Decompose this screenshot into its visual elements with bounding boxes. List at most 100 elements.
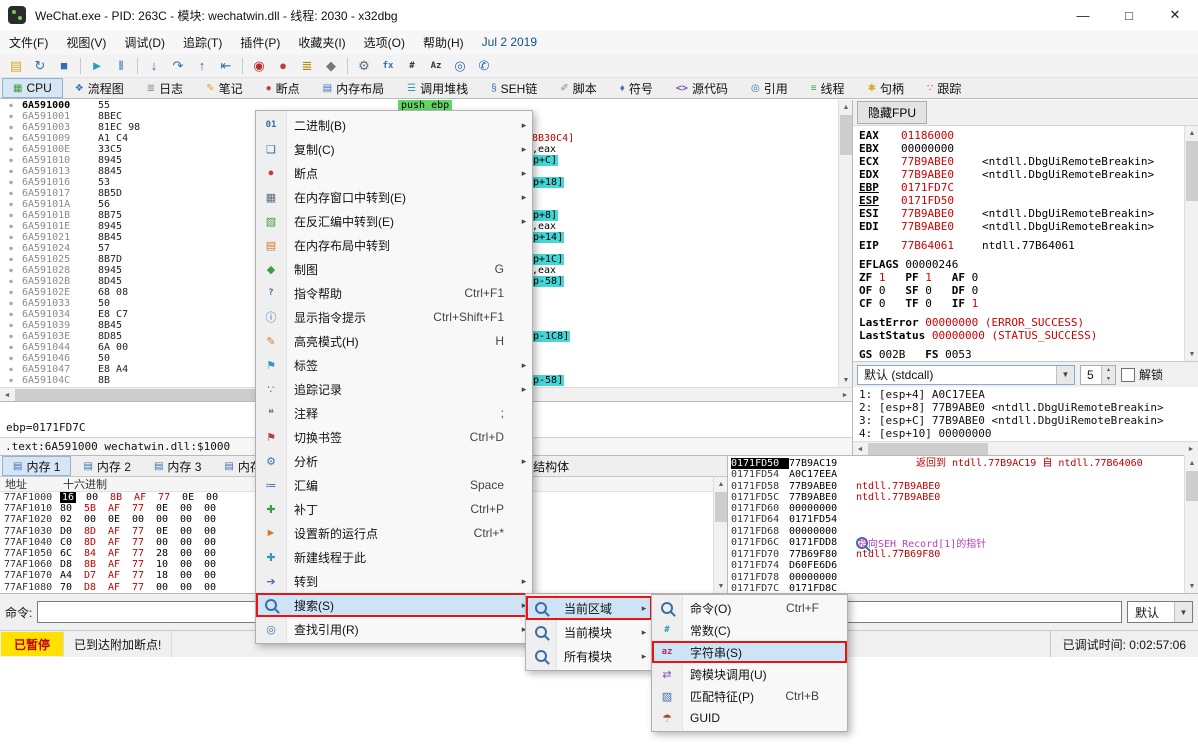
menu-search-current-region[interactable]: 当前区域▸ [526,596,652,620]
menu-toggle-bookmark[interactable]: ⚑切换书签Ctrl+D [256,425,532,449]
font-az-icon[interactable]: Az [425,56,447,76]
scroll-up-icon[interactable]: ▲ [714,477,728,491]
tab-seh[interactable]: §SEH链 [480,78,548,98]
settings-gear-icon[interactable]: ⚙ [353,56,375,76]
register-row[interactable]: ZF 1 PF 1 AF 0 [859,271,1184,284]
menu-assemble[interactable]: ≔汇编Space [256,473,532,497]
menu-goto-memory-window[interactable]: ▦在内存窗口中转到(E)▸ [256,185,532,209]
menu-view[interactable]: 视图(V) [57,30,115,54]
breakpoint-dot-icon[interactable]: ● [0,232,22,243]
menu-search-pattern[interactable]: ▧匹配特征(P)Ctrl+B [652,685,847,707]
scroll-up-icon[interactable]: ▲ [839,100,853,114]
breakpoint-dot-icon[interactable]: ● [0,177,22,188]
breakpoint-dot-icon[interactable]: ● [0,254,22,265]
breakpoint-dot-icon[interactable]: ● [0,133,22,144]
menu-search-command[interactable]: 命令(O)Ctrl+F [652,597,847,619]
breakpoint-dot-icon[interactable]: ● [0,221,22,232]
tab-handles[interactable]: ✱句柄 [857,78,915,98]
register-row[interactable]: EFLAGS 00000246 [859,258,1184,271]
breakpoint-dot-icon[interactable]: ● [0,122,22,133]
register-row[interactable]: CF 0 TF 0 IF 1 [859,297,1184,310]
spin-down-icon[interactable]: ▼ [1102,375,1115,384]
registers-vscrollbar[interactable]: ▲ ▼ [1184,126,1198,361]
tab-references[interactable]: ◎引用 [740,78,799,98]
stack-row[interactable]: 0171FD54A0C17EEA [728,469,1184,480]
tab-symbols[interactable]: ♦符号 [609,78,664,98]
breakpoint-dot-icon[interactable]: ● [0,287,22,298]
register-row[interactable]: LastStatus 00000000 (STATUS_SUCCESS) [859,329,1184,342]
open-file-icon[interactable]: ▤ [5,56,27,76]
menu-breakpoint[interactable]: ●断点▸ [256,161,532,185]
arguments-hscrollbar[interactable]: ◄ ► [853,441,1198,456]
breakpoint-dot-icon[interactable]: ● [0,188,22,199]
menu-plugins[interactable]: 插件(P) [231,30,289,54]
scroll-down-icon[interactable]: ▼ [714,579,728,593]
stack-vscrollbar[interactable]: ▲ ▼ [1184,456,1198,593]
scroll-right-icon[interactable]: ► [838,388,852,402]
stack-row[interactable]: 0171FD7C0171FD8C [728,583,1184,593]
menu-search-intermodular-calls[interactable]: ⇄跨模块调用(U) [652,663,847,685]
menu-help[interactable]: 帮助(H) [414,30,473,54]
calculator-fx-icon[interactable]: fx [377,56,399,76]
step-out-icon[interactable]: ↑ [191,56,213,76]
register-row[interactable]: ESP0171FD50 [859,194,1184,207]
step-into-icon[interactable]: ↓ [143,56,165,76]
registers-list[interactable]: EAX01186000EBX00000000ECX77B9ABE0<ntdll.… [853,126,1184,361]
menu-copy[interactable]: ❏复制(C)▸ [256,137,532,161]
register-row[interactable]: EBX00000000 [859,142,1184,155]
scroll-left-icon[interactable]: ◄ [853,442,867,456]
menu-search-guid[interactable]: ☂GUID [652,707,847,729]
tab-call-stack[interactable]: ☰调用堆栈 [396,78,479,98]
tab-threads[interactable]: ≡线程 [800,78,856,98]
breakpoint-dot-icon[interactable]: ● [0,298,22,309]
close-button[interactable]: ✕ [1152,0,1198,30]
menu-goto[interactable]: ➔转到▸ [256,569,532,593]
compass-icon[interactable]: ◎ [449,56,471,76]
breakpoint-dot-icon[interactable]: ● [0,331,22,342]
scroll-down-icon[interactable]: ▼ [1185,347,1198,361]
register-row[interactable]: GS 002B FS 0053 [859,348,1184,361]
menu-show-mnemonic-brief[interactable]: ⓘ显示指令提示Ctrl+Shift+F1 [256,305,532,329]
breakpoint-dot-icon[interactable]: ● [0,276,22,287]
register-row[interactable]: ESI77B9ABE0<ntdll.DbgUiRemoteBreakin> [859,207,1184,220]
stack-pane[interactable]: 0171FD5077B9AC19返回到 ntdll.77B9AC19 自 ntd… [728,455,1184,593]
breakpoint-dot-icon[interactable]: ● [0,309,22,320]
tab-cpu[interactable]: ▦CPU [2,78,63,98]
tab-memory-map[interactable]: ▤内存布局 [312,78,395,98]
shield-icon[interactable]: ◆ [320,56,342,76]
hide-fpu-button[interactable]: 隐藏FPU [857,101,927,124]
menu-search[interactable]: 搜索(S)▸ [256,593,532,617]
run-to-return-icon[interactable]: ⇤ [215,56,237,76]
menu-file[interactable]: 文件(F) [0,30,57,54]
pause-icon[interactable]: ‖ [110,56,132,76]
step-over-icon[interactable]: ↷ [167,56,189,76]
register-row[interactable]: ECX77B9ABE0<ntdll.DbgUiRemoteBreakin> [859,155,1184,168]
chevron-down-icon[interactable]: ▼ [1056,366,1074,384]
breakpoints-icon[interactable]: ● [272,56,294,76]
breakpoint-dot-icon[interactable]: ● [0,243,22,254]
breakpoint-dot-icon[interactable]: ● [0,100,22,111]
menu-find-references[interactable]: ◎查找引用(R)▸ [256,617,532,641]
register-row[interactable]: EBP0171FD7C [859,181,1184,194]
breakpoint-dot-icon[interactable]: ● [0,210,22,221]
stop-icon[interactable]: ■ [53,56,75,76]
menu-label[interactable]: ⚑标签▸ [256,353,532,377]
menu-new-thread-here[interactable]: ✚新建线程于此 [256,545,532,569]
stack-row[interactable]: 0171FD7077B69F80ntdll.77B69F80 [728,549,1184,560]
notify-phone-icon[interactable]: ✆ [473,56,495,76]
hash-icon[interactable]: # [401,56,423,76]
tab-source[interactable]: <>源代码 [665,78,739,98]
register-row[interactable]: EAX01186000 [859,129,1184,142]
tab-notes[interactable]: ✎笔记 [195,78,253,98]
stack-row[interactable]: 0171FD6000000000 [728,503,1184,514]
stack-row[interactable]: 0171FD5C77B9ABE0ntdll.77B9ABE0 [728,492,1184,503]
unlock-checkbox[interactable] [1121,368,1135,382]
tab-script[interactable]: ✐脚本 [549,78,607,98]
breakpoint-dot-icon[interactable]: ● [0,144,22,155]
scroll-down-icon[interactable]: ▼ [839,373,853,387]
menu-binary[interactable]: 01二进制(B)▸ [256,113,532,137]
command-mode-select[interactable]: 默认 ▼ [1127,601,1193,623]
stack-row[interactable]: 0171FD7800000000 [728,572,1184,583]
stack-row[interactable]: 0171FD6C0171FDD8指向SEH_Record[1]的指针 [728,537,1184,549]
tab-log[interactable]: ≣日志 [136,78,194,98]
